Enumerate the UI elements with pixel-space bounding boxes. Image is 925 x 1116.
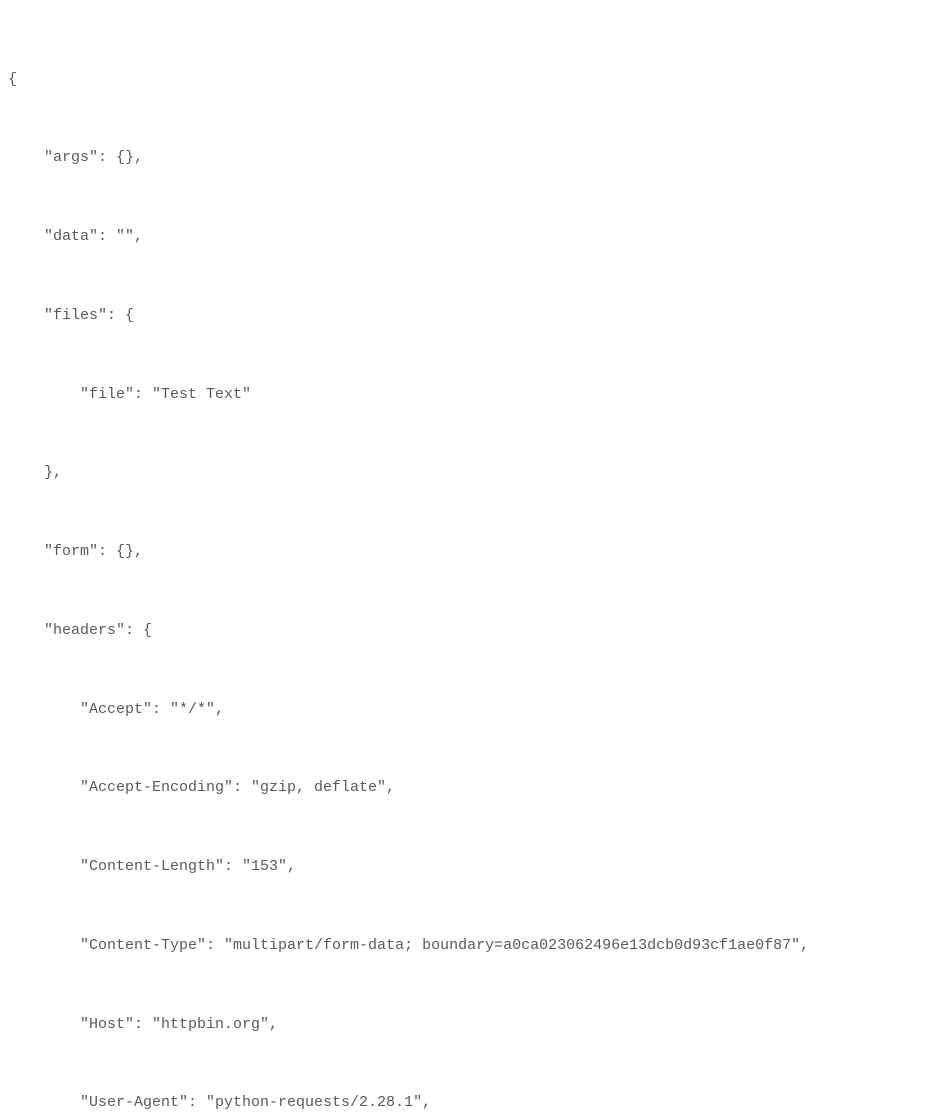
code-line: { [8, 67, 917, 93]
code-line: "headers": { [8, 618, 917, 644]
code-line: "files": { [8, 303, 917, 329]
code-line: }, [8, 460, 917, 486]
code-line: "Host": "httpbin.org", [8, 1012, 917, 1038]
code-line: "data": "", [8, 224, 917, 250]
code-line: "args": {}, [8, 145, 917, 171]
code-line: "Content-Type": "multipart/form-data; bo… [8, 933, 917, 959]
code-line: "Accept-Encoding": "gzip, deflate", [8, 775, 917, 801]
json-code-block: { "args": {}, "data": "", "files": { "fi… [8, 14, 917, 1116]
code-line: "file": "Test Text" [8, 382, 917, 408]
code-line: "Accept": "*/*", [8, 697, 917, 723]
code-line: "form": {}, [8, 539, 917, 565]
code-line: "Content-Length": "153", [8, 854, 917, 880]
code-line: "User-Agent": "python-requests/2.28.1", [8, 1090, 917, 1116]
